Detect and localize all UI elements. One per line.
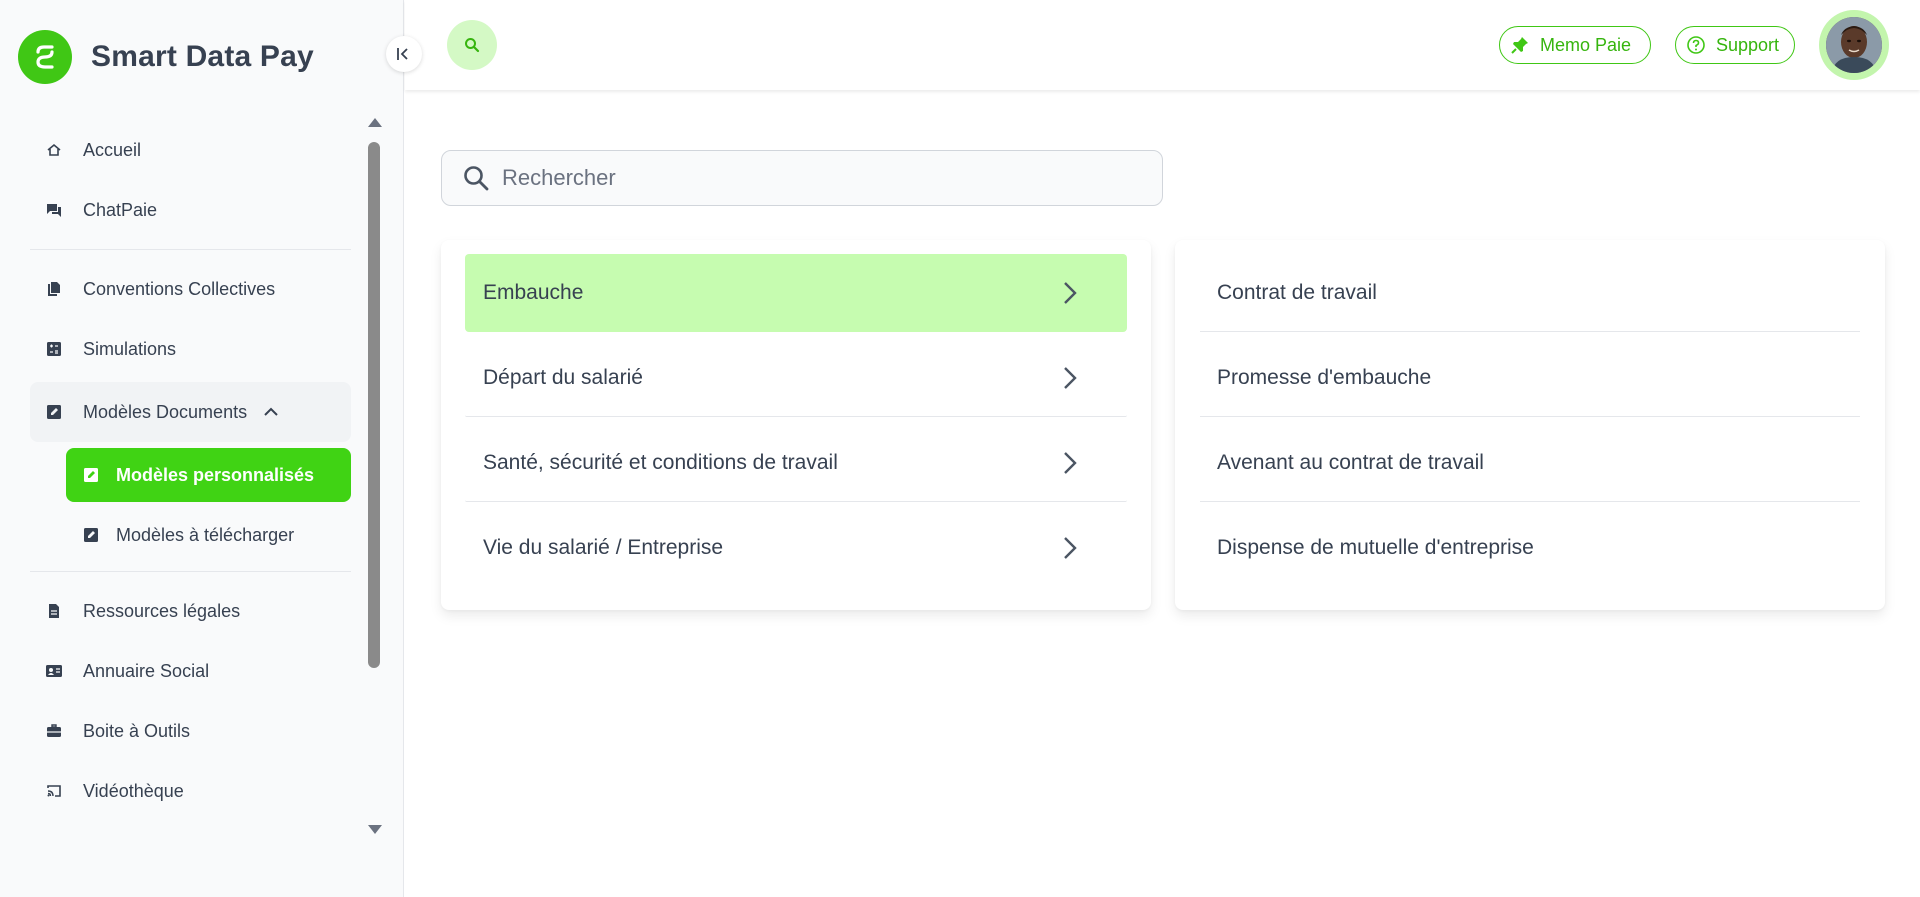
nav-divider — [30, 249, 351, 250]
sidebar-item-label: Simulations — [83, 338, 177, 359]
sidebar-item-annuaire-social[interactable]: Annuaire Social — [30, 641, 351, 701]
sidebar-subitem-label: Modèles personnalisés — [116, 464, 315, 485]
search-input[interactable] — [502, 165, 1102, 191]
sidebar-subitem-modeles-personnalises[interactable]: Modèles personnalisés — [66, 448, 351, 502]
avatar-photo — [1826, 17, 1882, 73]
brand-logo-icon — [18, 30, 72, 84]
toolbox-icon — [45, 722, 63, 740]
sidebar-item-videotheque[interactable]: Vidéothèque — [30, 761, 351, 821]
category-label: Départ du salarié — [483, 365, 643, 389]
help-circle-icon — [1686, 35, 1706, 55]
cast-icon — [45, 782, 63, 800]
memo-paie-label: Memo Paie — [1540, 34, 1632, 55]
category-panel: Embauche Départ du salarié Santé, sécuri… — [441, 240, 1151, 610]
support-button[interactable]: Support — [1675, 26, 1795, 64]
scroll-down-arrow-icon[interactable] — [368, 825, 382, 834]
document-label: Contrat de travail — [1217, 280, 1377, 304]
sidebar-item-ressources-legales[interactable]: Ressources légales — [30, 581, 351, 641]
sidebar-nav: Accueil ChatPaie Conventions Collectives… — [30, 120, 351, 821]
sidebar-item-conventions[interactable]: Conventions Collectives — [30, 259, 351, 319]
sidebar: Smart Data Pay Accueil ChatPaie Conventi… — [0, 0, 404, 897]
document-label: Avenant au contrat de travail — [1217, 450, 1484, 474]
category-item-embauche[interactable]: Embauche — [465, 254, 1127, 332]
sidebar-item-label: Conventions Collectives — [83, 278, 276, 299]
category-list: Embauche Départ du salarié Santé, sécuri… — [465, 254, 1127, 594]
document-item-dispense[interactable]: Dispense de mutuelle d'entreprise — [1200, 509, 1860, 587]
document-item-contrat[interactable]: Contrat de travail — [1200, 254, 1860, 332]
category-item-depart[interactable]: Départ du salarié — [465, 339, 1127, 417]
chevron-right-icon — [1064, 366, 1077, 389]
sidebar-item-label: Modèles Documents — [83, 401, 248, 422]
collapse-left-icon — [397, 48, 408, 60]
contact-card-icon — [45, 662, 63, 680]
document-list: Contrat de travail Promesse d'embauche A… — [1200, 254, 1860, 594]
edit-doc-icon — [82, 526, 100, 544]
search-icon — [465, 38, 480, 53]
pin-icon — [1510, 35, 1530, 55]
document-label: Dispense de mutuelle d'entreprise — [1217, 536, 1534, 559]
sidebar-scrollbar[interactable] — [364, 118, 384, 834]
sidebar-item-label: Vidéothèque — [83, 780, 184, 801]
chevron-right-icon — [1064, 451, 1077, 474]
scroll-up-arrow-icon[interactable] — [368, 118, 382, 127]
category-label: Vie du salarié / Entreprise — [483, 536, 724, 559]
category-label: Santé, sécurité et conditions de travail — [483, 450, 838, 474]
search-icon — [464, 166, 489, 191]
document-icon — [45, 602, 63, 620]
sidebar-item-label: Ressources légales — [83, 600, 241, 621]
support-label: Support — [1716, 34, 1780, 55]
sidebar-item-chatpaie[interactable]: ChatPaie — [30, 180, 351, 240]
nav-divider — [30, 571, 351, 572]
search-bar[interactable] — [441, 150, 1163, 206]
chevron-up-icon — [263, 407, 279, 417]
brand-name: Smart Data Pay — [91, 40, 314, 73]
chevron-right-icon — [1064, 537, 1077, 559]
chat-icon — [45, 201, 63, 219]
edit-doc-icon — [45, 403, 63, 421]
chevron-right-icon — [1064, 282, 1077, 304]
calculator-icon — [45, 340, 63, 358]
copy-icon — [45, 280, 63, 298]
document-item-promesse[interactable]: Promesse d'embauche — [1200, 339, 1860, 417]
category-item-vie-salarie[interactable]: Vie du salarié / Entreprise — [465, 509, 1127, 587]
sidebar-subitem-label: Modèles à télécharger — [116, 524, 295, 545]
sidebar-item-label: ChatPaie — [83, 199, 158, 220]
edit-doc-icon — [82, 466, 100, 484]
sidebar-item-modeles-documents[interactable]: Modèles Documents — [30, 382, 351, 442]
document-label: Promesse d'embauche — [1217, 365, 1432, 389]
top-header: Memo Paie Support — [405, 0, 1920, 90]
home-icon — [45, 141, 63, 159]
brand[interactable]: Smart Data Pay — [18, 30, 314, 84]
sidebar-item-boite-outils[interactable]: Boite à Outils — [30, 701, 351, 761]
category-item-sante-securite[interactable]: Santé, sécurité et conditions de travail — [465, 424, 1127, 502]
sidebar-item-label: Annuaire Social — [83, 660, 210, 681]
scroll-thumb[interactable] — [368, 142, 380, 668]
memo-paie-button[interactable]: Memo Paie — [1499, 26, 1651, 64]
sidebar-item-label: Boite à Outils — [83, 720, 191, 741]
category-label: Embauche — [483, 281, 584, 304]
sidebar-item-accueil[interactable]: Accueil — [30, 120, 351, 180]
sidebar-item-simulations[interactable]: Simulations — [30, 319, 351, 379]
collapse-sidebar-button[interactable] — [386, 36, 422, 72]
sidebar-subitem-modeles-telecharger[interactable]: Modèles à télécharger — [66, 508, 351, 562]
document-item-avenant[interactable]: Avenant au contrat de travail — [1200, 424, 1860, 502]
user-avatar[interactable] — [1819, 10, 1889, 80]
header-search-button[interactable] — [447, 20, 497, 70]
sidebar-item-label: Accueil — [83, 139, 142, 160]
document-panel: Contrat de travail Promesse d'embauche A… — [1175, 240, 1885, 610]
